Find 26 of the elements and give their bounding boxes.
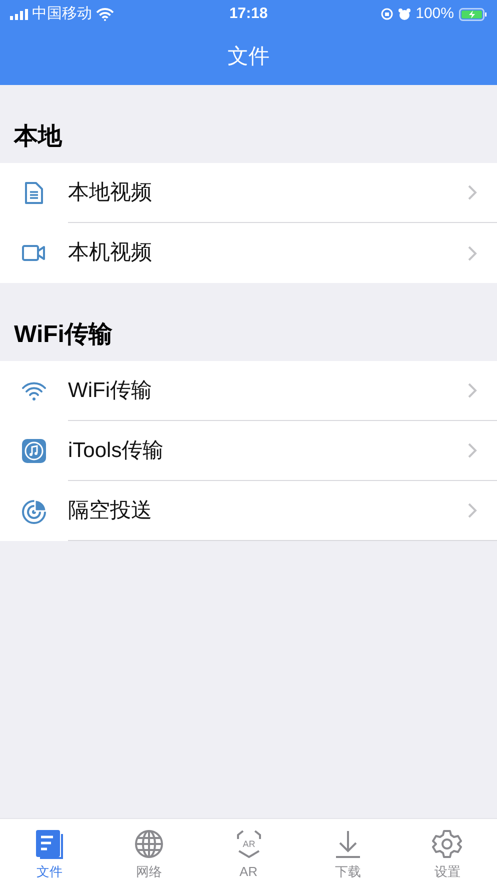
list-item[interactable]: 本地视频 [0, 163, 497, 223]
music-note-icon [21, 438, 47, 464]
chevron-right-icon [468, 383, 477, 398]
list-item[interactable]: iTools传输 [0, 421, 497, 481]
document-icon [34, 829, 65, 859]
wifi-signal-icon [96, 8, 114, 20]
globe-icon [134, 829, 164, 859]
chevron-right-icon [468, 246, 477, 260]
page-title: 文件 [228, 44, 270, 70]
settings-icon [432, 829, 462, 859]
carrier-name: 中国移动 [32, 4, 92, 24]
list-item[interactable]: 隔空投送 [0, 481, 497, 541]
section-header: WiFi传输 [14, 320, 112, 350]
chevron-right-icon [468, 503, 477, 518]
section-header: 本地 [14, 122, 62, 152]
battery-charging-icon [459, 8, 487, 20]
clock-time: 17:18 [229, 4, 268, 24]
chevron-right-icon [468, 443, 477, 458]
list-item[interactable]: 本机视频 [0, 223, 497, 283]
signal-icon [10, 8, 28, 20]
tab[interactable]: 文件 [0, 819, 100, 883]
chevron-right-icon [468, 185, 477, 200]
rotation-lock-icon [380, 8, 393, 20]
battery-percentage: 100% [416, 4, 454, 24]
radar-icon [21, 498, 47, 524]
list-item[interactable]: WiFi传输 [0, 361, 497, 421]
